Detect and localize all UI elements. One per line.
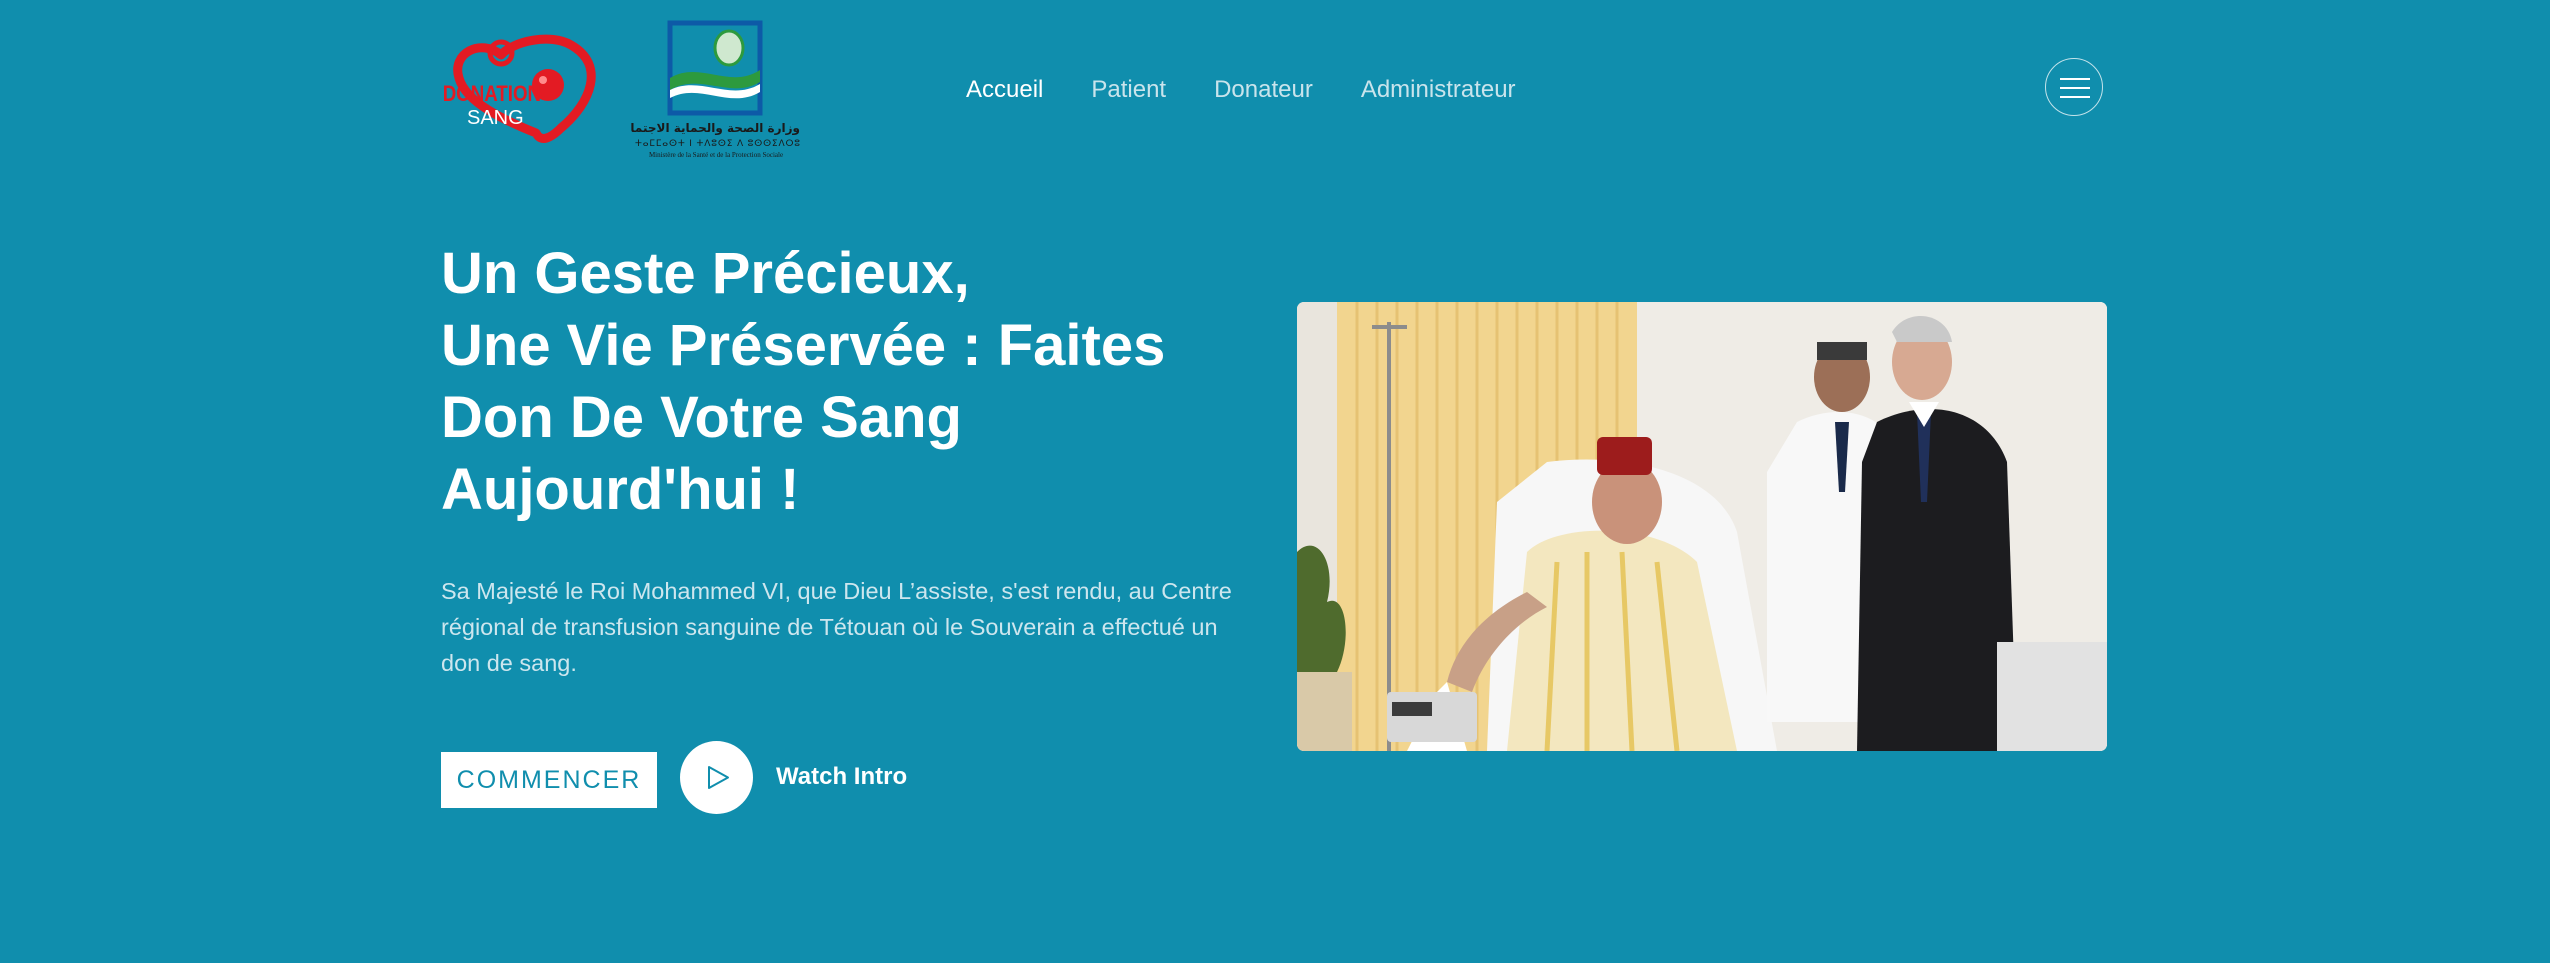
hero-title-line: Aujourd'hui ! [441,457,800,522]
page-bottom-divider [0,963,2550,972]
hamburger-line [2060,87,2090,89]
main-nav: Accueil Patient Donateur Administrateur [966,74,1516,106]
watch-intro-link[interactable]: Watch Intro [776,762,907,792]
hero-description: Sa Majesté le Roi Mohammed VI, que Dieu … [441,578,1232,676]
nav-item-accueil[interactable]: Accueil [966,74,1043,106]
ministry-logo[interactable]: وزارة الصحة والحماية الاجتماعية ⵜⴰⵎⵎⴰⵙⵜ … [610,20,802,160]
donation-sang-logo[interactable]: DONATION SANG [441,33,611,148]
hero-title-line: Don De Votre Sang [441,385,962,450]
hamburger-icon[interactable] [2045,58,2103,116]
ministry-french-name: Ministère de la Santé et de la Protectio… [649,151,783,159]
hamburger-line [2060,96,2090,98]
hero-title-line: Un Geste Précieux, [441,241,970,306]
hero-photo [1297,302,2107,751]
ministry-tifinagh-name: ⵜⴰⵎⵎⴰⵙⵜ ⵏ ⵜⴷⵓⵙⵉ ⴷ ⵓⵙⵙⵉⴷⵔⵓ [635,139,800,149]
logo-word-donation: DONATION [443,83,541,107]
nav-item-administrateur[interactable]: Administrateur [1361,74,1516,106]
nav-item-donateur[interactable]: Donateur [1214,74,1313,106]
hero-title: Un Geste Précieux, Une Vie Préservée : F… [441,238,1261,526]
hero-section: DONATION SANG وزارة الصحة والحماية الاجت… [0,0,2550,963]
ministry-arabic-name: وزارة الصحة والحماية الاجتماعية [630,121,800,136]
hamburger-line [2060,78,2090,80]
play-icon [708,766,729,789]
play-button[interactable] [680,741,753,814]
hero-title-line: Une Vie Préservée : Faites [441,313,1166,378]
nav-item-patient[interactable]: Patient [1091,74,1166,106]
commencer-button[interactable]: COMMENCER [441,752,657,808]
logo-word-sang: SANG [467,107,524,129]
